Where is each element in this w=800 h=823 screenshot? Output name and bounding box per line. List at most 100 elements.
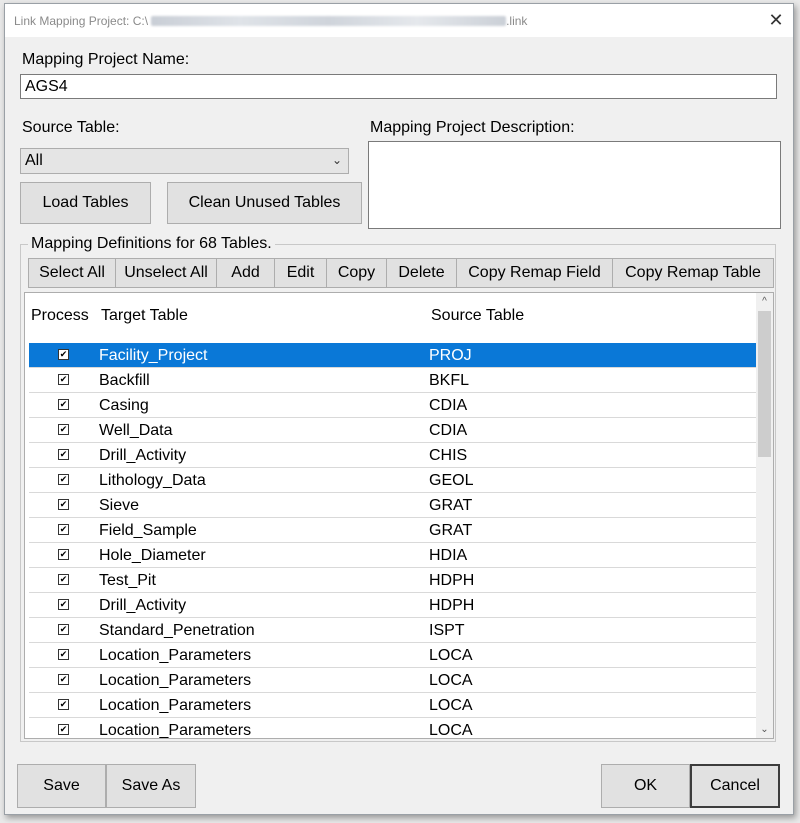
grid-scrollbar[interactable]: ^ ⌄ — [756, 293, 773, 738]
table-row[interactable]: Casing CDIA — [29, 393, 756, 418]
select-all-button[interactable]: Select All — [28, 258, 115, 288]
mapping-definitions-title: Mapping Definitions for 68 Tables. — [28, 235, 275, 253]
source-table-cell: LOCA — [429, 647, 473, 664]
process-checkbox[interactable] — [58, 574, 69, 585]
target-table-cell: Backfill — [99, 372, 150, 389]
copy-button[interactable]: Copy — [326, 258, 386, 288]
process-checkbox[interactable] — [58, 524, 69, 535]
mapping-definitions-grid[interactable]: Process Target Table Source Table Facili… — [24, 292, 774, 739]
column-header-target-table[interactable]: Target Table — [101, 307, 188, 325]
source-table-cell: CDIA — [429, 422, 468, 439]
table-row[interactable]: Location_Parameters LOCA — [29, 643, 756, 668]
table-row[interactable]: Drill_Activity HDPH — [29, 593, 756, 618]
table-row[interactable]: Location_Parameters LOCA — [29, 718, 756, 739]
target-table-cell: Location_Parameters — [99, 697, 252, 714]
table-row[interactable]: Hole_Diameter HDIA — [29, 543, 756, 568]
project-name-input[interactable] — [20, 74, 777, 99]
column-header-process[interactable]: Process — [31, 307, 89, 325]
source-table-label: Source Table: — [22, 119, 120, 136]
target-table-cell: Location_Parameters — [99, 722, 252, 739]
process-checkbox[interactable] — [58, 399, 69, 410]
table-row[interactable]: Drill_Activity CHIS — [29, 443, 756, 468]
table-row[interactable]: Field_Sample GRAT — [29, 518, 756, 543]
source-table-cell: LOCA — [429, 672, 473, 689]
target-table-cell: Drill_Activity — [99, 597, 187, 614]
source-table-cell: HDPH — [429, 597, 475, 614]
description-input[interactable] — [368, 141, 781, 229]
process-checkbox[interactable] — [58, 549, 69, 560]
source-table-cell: GRAT — [429, 497, 473, 514]
definitions-toolbar: Select All Unselect All Add Edit Copy De… — [28, 258, 774, 288]
target-table-cell: Sieve — [99, 497, 140, 514]
process-checkbox[interactable] — [58, 624, 69, 635]
clean-unused-tables-button[interactable]: Clean Unused Tables — [167, 182, 362, 224]
chevron-down-icon: ⌄ — [331, 153, 342, 167]
table-row[interactable]: Well_Data CDIA — [29, 418, 756, 443]
delete-button[interactable]: Delete — [386, 258, 456, 288]
description-label: Mapping Project Description: — [370, 119, 575, 136]
target-table-cell: Well_Data — [99, 422, 173, 439]
process-checkbox[interactable] — [58, 374, 69, 385]
save-button[interactable]: Save — [17, 764, 106, 808]
edit-button[interactable]: Edit — [274, 258, 326, 288]
process-checkbox[interactable] — [58, 649, 69, 660]
window-title-suffix: .link — [506, 13, 528, 28]
source-table-cell: BKFL — [429, 372, 470, 389]
source-table-value: All — [25, 152, 43, 169]
source-table-cell: ISPT — [429, 622, 465, 639]
process-checkbox[interactable] — [58, 424, 69, 435]
table-row[interactable]: Test_Pit HDPH — [29, 568, 756, 593]
table-row[interactable]: Sieve GRAT — [29, 493, 756, 518]
load-tables-button[interactable]: Load Tables — [20, 182, 151, 224]
target-table-cell: Hole_Diameter — [99, 547, 206, 564]
process-checkbox[interactable] — [58, 699, 69, 710]
table-row[interactable]: Facility_Project PROJ — [29, 343, 756, 368]
project-name-label: Mapping Project Name: — [22, 51, 190, 68]
ok-button[interactable]: OK — [601, 764, 690, 808]
source-table-cell: CHIS — [429, 447, 468, 464]
mapping-project-dialog: Link Mapping Project: C:\ .link ✕ Mappin… — [4, 3, 794, 815]
close-icon[interactable]: ✕ — [765, 9, 787, 31]
target-table-cell: Test_Pit — [99, 572, 156, 589]
unselect-all-button[interactable]: Unselect All — [115, 258, 216, 288]
target-table-cell: Facility_Project — [99, 347, 208, 364]
source-table-cell: PROJ — [429, 347, 472, 364]
table-row[interactable]: Backfill BKFL — [29, 368, 756, 393]
target-table-cell: Casing — [99, 397, 149, 414]
add-button[interactable]: Add — [216, 258, 274, 288]
copy-remap-table-button[interactable]: Copy Remap Table — [612, 258, 774, 288]
source-table-cell: GEOL — [429, 472, 474, 489]
scroll-down-icon[interactable]: ⌄ — [756, 721, 773, 738]
process-checkbox[interactable] — [58, 499, 69, 510]
process-checkbox[interactable] — [58, 449, 69, 460]
source-table-cell: LOCA — [429, 697, 473, 714]
table-row[interactable]: Location_Parameters LOCA — [29, 693, 756, 718]
source-table-cell: LOCA — [429, 722, 473, 739]
title-bar: Link Mapping Project: C:\ .link ✕ — [5, 4, 793, 37]
process-checkbox[interactable] — [58, 474, 69, 485]
redacted-path — [151, 15, 507, 26]
table-row[interactable]: Standard_Penetration ISPT — [29, 618, 756, 643]
window-title: Link Mapping Project: C:\ — [14, 13, 149, 28]
process-checkbox[interactable] — [58, 349, 69, 360]
target-table-cell: Standard_Penetration — [99, 622, 255, 639]
process-checkbox[interactable] — [58, 674, 69, 685]
process-checkbox[interactable] — [58, 599, 69, 610]
target-table-cell: Drill_Activity — [99, 447, 187, 464]
process-checkbox[interactable] — [58, 724, 69, 735]
target-table-cell: Lithology_Data — [99, 472, 206, 489]
scroll-up-icon[interactable]: ^ — [756, 293, 773, 310]
table-row[interactable]: Lithology_Data GEOL — [29, 468, 756, 493]
scrollbar-thumb[interactable] — [758, 311, 771, 457]
source-table-select[interactable]: All ⌄ — [20, 148, 349, 174]
column-header-source-table[interactable]: Source Table — [431, 307, 524, 325]
cancel-button[interactable]: Cancel — [690, 764, 780, 808]
source-table-cell: HDIA — [429, 547, 468, 564]
table-row[interactable]: Location_Parameters LOCA — [29, 668, 756, 693]
save-as-button[interactable]: Save As — [106, 764, 196, 808]
source-table-cell: CDIA — [429, 397, 468, 414]
target-table-cell: Location_Parameters — [99, 672, 252, 689]
source-table-cell: HDPH — [429, 572, 475, 589]
source-table-cell: GRAT — [429, 522, 473, 539]
copy-remap-field-button[interactable]: Copy Remap Field — [456, 258, 612, 288]
